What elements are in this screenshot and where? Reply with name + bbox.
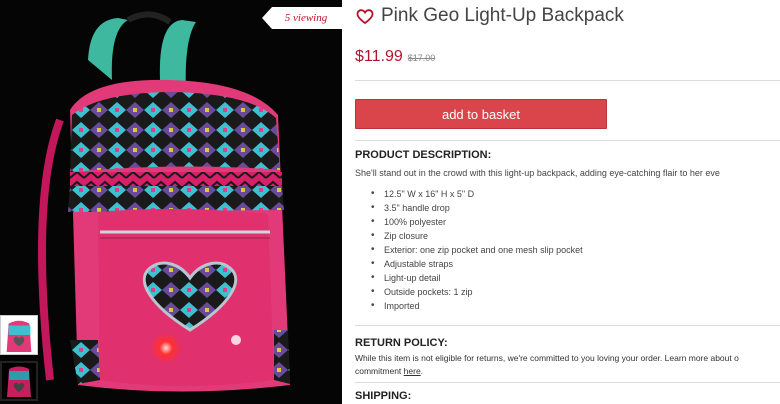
product-details: Pink Geo Light-Up Backpack $11.99 $17.00… xyxy=(355,0,780,404)
title-row: Pink Geo Light-Up Backpack xyxy=(355,4,624,28)
divider xyxy=(355,325,780,326)
return-policy-text: While this item is not eligible for retu… xyxy=(355,352,780,378)
heart-outline-icon[interactable] xyxy=(355,6,375,26)
divider xyxy=(355,140,780,141)
description-heading: PRODUCT DESCRIPTION: xyxy=(355,149,492,161)
backpack-photo xyxy=(38,11,290,392)
return-policy-heading: RETURN POLICY: xyxy=(355,337,448,349)
feature-list: 12.5" W x 16" H x 5" D 3.5" handle drop … xyxy=(371,187,583,313)
shipping-heading[interactable]: SHIPPING: xyxy=(355,390,411,402)
list-item: 100% polyester xyxy=(371,215,583,229)
divider xyxy=(355,80,780,81)
description-text: She'll stand out in the crowd with this … xyxy=(355,168,720,178)
thumbnail-lit[interactable] xyxy=(0,361,38,401)
return-policy-tail: . xyxy=(420,366,424,376)
backpack-thumbnail-icon xyxy=(1,316,37,354)
list-item: Exterior: one zip pocket and one mesh sl… xyxy=(371,243,583,257)
original-price: $17.00 xyxy=(407,53,436,63)
viewing-count-badge: 5 viewing xyxy=(262,7,342,29)
list-item: Imported xyxy=(371,299,583,313)
backpack-thumbnail-lit-icon xyxy=(2,363,36,399)
list-item: Outside pockets: 1 zip xyxy=(371,285,583,299)
list-item: 12.5" W x 16" H x 5" D xyxy=(371,187,583,201)
divider xyxy=(355,382,780,383)
return-policy-link[interactable]: here xyxy=(404,366,421,376)
sale-price: $11.99 xyxy=(355,48,403,65)
product-title: Pink Geo Light-Up Backpack xyxy=(381,5,624,26)
list-item: Zip closure xyxy=(371,229,583,243)
product-image-panel[interactable]: 5 viewing xyxy=(0,0,342,404)
add-to-basket-button[interactable]: add to basket xyxy=(355,99,607,129)
thumbnail-strip xyxy=(0,315,40,404)
return-policy-line2: commitment xyxy=(355,366,404,376)
list-item: 3.5" handle drop xyxy=(371,201,583,215)
thumbnail-day[interactable] xyxy=(0,315,38,355)
list-item: Light-up detail xyxy=(371,271,583,285)
price-row: $11.99 $17.00 xyxy=(355,48,435,66)
list-item: Adjustable straps xyxy=(371,257,583,271)
return-policy-line: While this item is not eligible for retu… xyxy=(355,353,739,363)
